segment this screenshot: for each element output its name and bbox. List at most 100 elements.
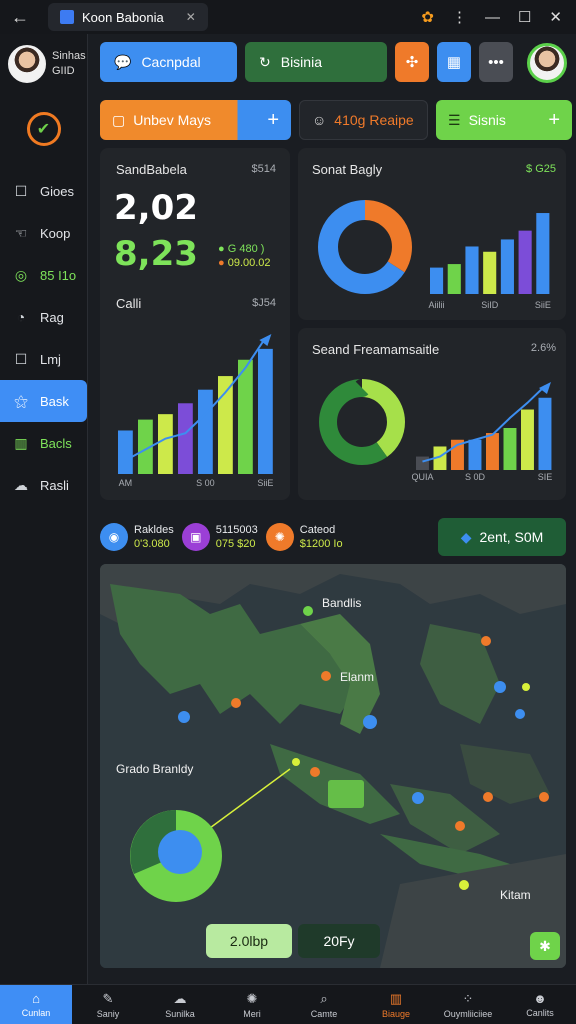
sidebar-item[interactable]: ▥ Bacls <box>0 422 87 464</box>
stat-pill-button[interactable]: ◆ 2ent, S0M <box>438 518 566 556</box>
map-marker-green <box>303 606 313 616</box>
chart-icon: ▥ <box>14 434 28 451</box>
stat-value: 075 $20 <box>215 538 256 550</box>
map-marker-blue <box>494 681 506 693</box>
map-button-left[interactable]: 2.0lbp <box>206 924 292 958</box>
bottom-nav-item[interactable]: ⌕ Camte <box>288 985 360 1024</box>
chart-bar <box>468 439 482 470</box>
home-icon: ⌂ <box>32 991 40 1006</box>
profile-id: GIID <box>52 65 75 77</box>
map-cluster-marker <box>328 780 364 808</box>
store-icon: ▦ <box>446 54 462 71</box>
big-number-green: 8,23 <box>114 234 198 274</box>
sisnis-label: Sisnis <box>468 112 506 128</box>
map-marker-blue <box>178 711 190 723</box>
stats-row: ◉ Rakldes 0'3.080 ▣ 5115003 075 $20 ✺ Cateod $12… <box>100 514 566 560</box>
brand-logo-icon[interactable]: ✔ <box>26 112 61 146</box>
back-arrow-icon[interactable]: ← <box>0 7 40 28</box>
chart-bar <box>518 230 532 294</box>
bottom-nav-item[interactable]: ✎ Saniy <box>72 985 144 1024</box>
card-value: 2.6% <box>530 342 556 354</box>
sidebar-item[interactable]: ◔ Rag <box>0 296 87 338</box>
bottom-nav-item[interactable]: ⌂ Cunlan <box>0 985 72 1024</box>
map-marker-blue <box>412 792 424 804</box>
sidebar-item-label: Gioes <box>40 183 74 199</box>
sidebar-item-label: Koop <box>40 225 71 241</box>
stat-item[interactable]: ✺ Cateod $1200 Io <box>265 523 343 551</box>
chart-bar <box>521 409 534 470</box>
close-icon[interactable]: ✕ <box>549 8 562 26</box>
chart-icon: ▥ <box>389 990 403 1006</box>
sidebar-item[interactable]: ☐ Lmj <box>0 338 87 380</box>
chart-bar <box>500 239 514 294</box>
chart-bar <box>118 430 133 474</box>
bisinia-label: Bisinia <box>280 54 322 70</box>
map-marker-orange <box>483 792 493 802</box>
bottom-nav-item[interactable]: ✺ Meri <box>216 985 288 1024</box>
stat-label: 5115003 <box>215 524 258 536</box>
chart-bar <box>416 456 429 470</box>
tab-close-icon[interactable]: ✕ <box>186 10 196 24</box>
cacnpdal-button[interactable]: 💬 Cacnpdal <box>100 42 237 82</box>
map-marker-orange <box>539 792 549 802</box>
sidebar-item[interactable]: ⚝ Bask <box>0 380 87 422</box>
chart-bar <box>465 246 479 294</box>
legend-dot-orange: ● <box>218 257 225 269</box>
chart-bar <box>483 251 497 294</box>
window-tab[interactable]: Koon Babonia ✕ <box>48 3 208 31</box>
bottom-nav-item[interactable]: ☁ Sunilka <box>144 985 216 1024</box>
stat-item[interactable]: ▣ 5115003 075 $20 <box>181 523 258 551</box>
sisnis-button[interactable]: ☰ Sisnis + <box>436 100 572 140</box>
add-icon[interactable]: + <box>548 109 560 132</box>
maximize-icon[interactable]: ☐ <box>518 8 531 26</box>
tab-title: Koon Babonia <box>82 9 164 25</box>
bottom-nav-item[interactable]: ⁘ Ouymliiciiee <box>432 985 504 1024</box>
sidebar-item-label: Lmj <box>40 351 61 367</box>
recipe-button[interactable]: ☺ 410g Reaipe <box>299 100 428 140</box>
bisinia-button[interactable]: ↻ Bisinia <box>245 42 387 82</box>
tick-label: S 00 <box>196 478 215 488</box>
minimize-icon[interactable]: — <box>485 9 500 26</box>
puzzle-button[interactable]: ✣ <box>395 42 429 82</box>
bottom-nav-label: Cunlan <box>21 1008 51 1018</box>
add-icon[interactable]: + <box>267 109 279 132</box>
square-icon: ☐ <box>14 182 28 199</box>
tick-label: SiiE <box>535 300 551 310</box>
sidebar-item[interactable]: ☁ Rasli <box>0 464 87 506</box>
profile[interactable]: Sinhas GIID <box>0 34 87 94</box>
chart-bar <box>178 403 193 474</box>
unbev-mays-button[interactable]: ▢ Unbev Mays + <box>100 100 291 140</box>
dots-icon: ⁘ <box>462 990 474 1006</box>
map-button-right[interactable]: 20Fy <box>298 924 380 958</box>
store-button[interactable]: ▦ <box>437 42 471 82</box>
dots-icon: ••• <box>488 53 504 71</box>
bottom-nav-item[interactable]: ▥ Biauge <box>360 985 432 1024</box>
tick-label: AM <box>119 478 133 488</box>
stat-item[interactable]: ◉ Rakldes 0'3.080 <box>100 523 174 551</box>
sparkle-icon: ✱ <box>539 937 551 954</box>
big-number-white: 2,02 <box>114 188 198 228</box>
sidebar-item-label: Rasli <box>40 477 69 493</box>
map-corner-button[interactable]: ✱ <box>530 932 560 960</box>
sub-value: $J54 <box>252 297 276 309</box>
stat-label: Rakldes <box>134 524 174 536</box>
user-avatar[interactable] <box>527 43 567 83</box>
legend: ● G 480 ) ● 09.00.02 <box>218 242 271 270</box>
bottom-nav-label: Camte <box>310 1008 338 1019</box>
bottom-nav-label: Biauge <box>381 1008 411 1019</box>
more-button[interactable]: ••• <box>479 42 513 82</box>
map-panel[interactable]: Bandlis Elanm Grado Branldy Kitam 2.0lbp… <box>100 564 566 968</box>
bottom-nav-label: Meri <box>243 1008 261 1019</box>
sidebar-item[interactable]: ☜ Koop <box>0 212 87 254</box>
more-icon[interactable]: ⋮ <box>452 8 467 26</box>
chart-bar <box>198 389 213 474</box>
map-marker-orange <box>455 821 465 831</box>
bottom-nav-item[interactable]: ☻ Canlits <box>504 985 576 1024</box>
settings-flower-icon[interactable]: ✿ <box>421 8 434 26</box>
tick-label: SiID <box>481 300 499 310</box>
chart-bar <box>486 433 499 470</box>
sidebar-item[interactable]: ☐ Gioes <box>0 170 87 212</box>
card-seand: Seand Freamamsaitle 2.6% QUIA S 0D SIE <box>298 328 566 500</box>
satellite-icon: ⚝ <box>14 392 28 409</box>
sidebar-item[interactable]: ◎ 85 I1o <box>0 254 87 296</box>
